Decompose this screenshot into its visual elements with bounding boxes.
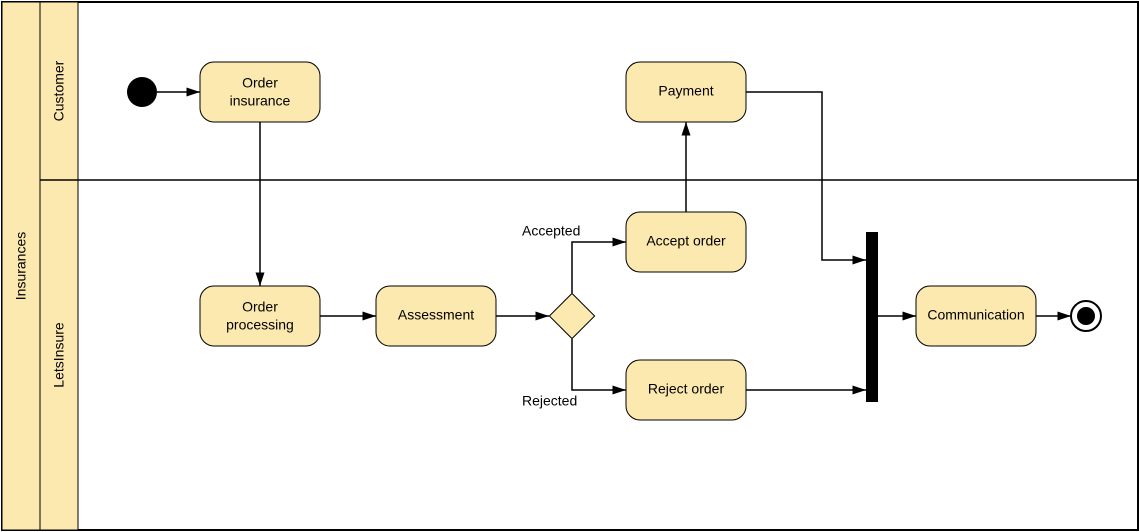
activity-order-processing-label-1: Order [242,299,278,315]
activity-assessment-label: Assessment [398,307,474,323]
lane-customer-title: Customer [51,60,67,121]
activity-order-insurance-label-2: insurance [230,93,291,109]
lane-letsinsure-title: LetsInsure [51,322,67,388]
decision-node [549,293,594,338]
pool-frame [2,2,1138,530]
activity-payment-label: Payment [658,83,713,99]
activity-communication-label: Communication [927,307,1024,323]
activity-order-processing-label-2: processing [226,317,294,333]
guard-accepted: Accepted [522,223,580,239]
edge-payment-to-join [746,92,866,260]
initial-node [127,77,157,107]
join-bar [866,232,878,402]
edge-decision-to-accept [572,242,626,293]
edge-decision-to-reject [572,339,626,390]
activity-order-insurance-label-1: Order [242,75,278,91]
guard-rejected: Rejected [522,393,577,409]
activity-accept-order-label: Accept order [646,233,726,249]
pool-title: Insurances [13,232,29,300]
final-node-dot [1077,307,1095,325]
activity-reject-order-label: Reject order [648,381,725,397]
